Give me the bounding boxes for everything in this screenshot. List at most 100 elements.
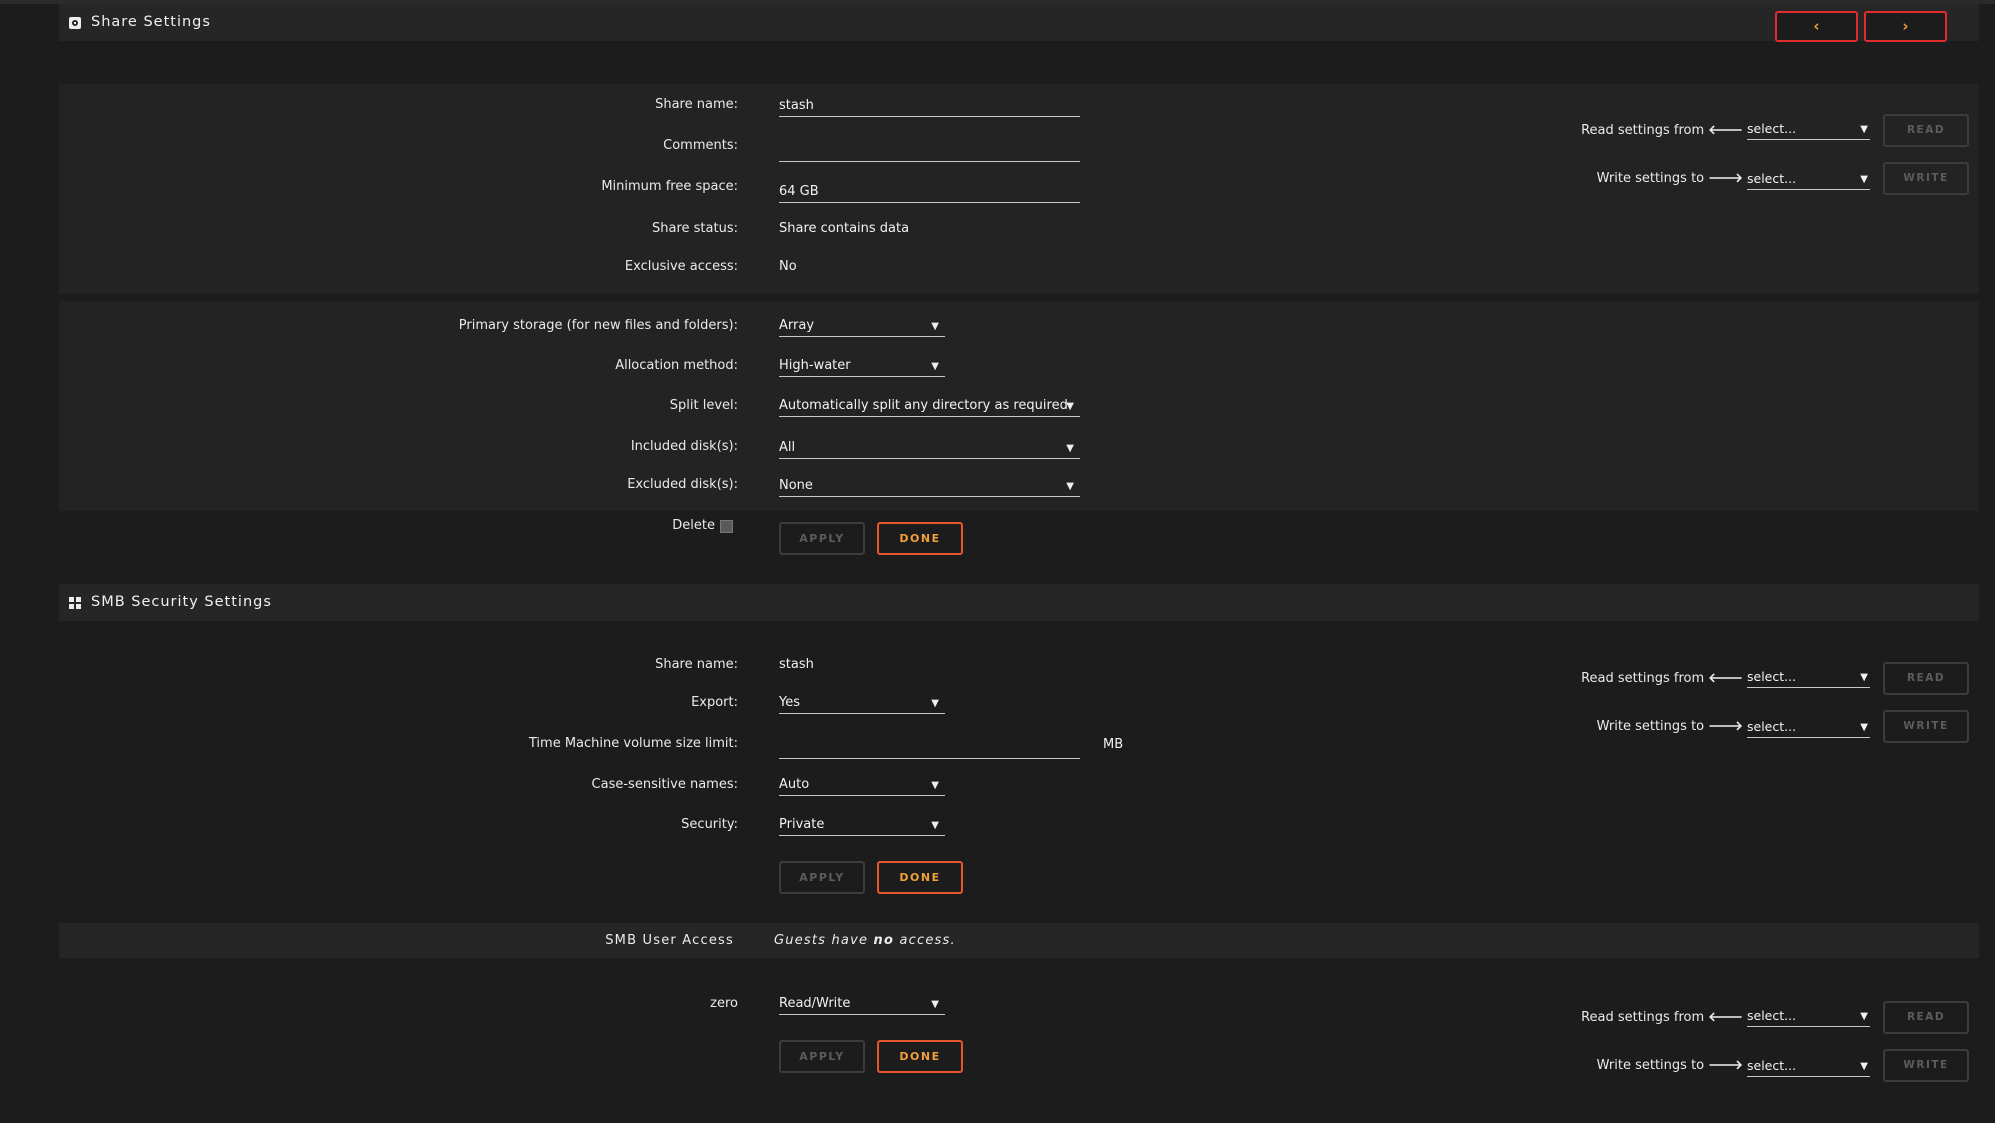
previous-share-button[interactable]: ‹	[1775, 11, 1858, 42]
caret-down-icon: ▼	[1860, 174, 1868, 185]
primary-storage-select[interactable]: Array ▼	[779, 317, 945, 337]
export-value: Yes	[779, 695, 800, 710]
split-level-select[interactable]: Automatically split any directory as req…	[779, 397, 1080, 417]
export-select[interactable]: Yes ▼	[779, 694, 945, 714]
min-free-space-input[interactable]: 64 GB	[779, 183, 1080, 203]
caret-down-icon: ▼	[931, 698, 939, 709]
caret-down-icon: ▼	[1860, 124, 1868, 135]
time-machine-limit-label: Time Machine volume size limit:	[528, 736, 738, 751]
delete-checkbox[interactable]	[720, 520, 733, 533]
smb-write-button[interactable]: WRITE	[1883, 710, 1969, 743]
caret-down-icon: ▼	[1860, 1011, 1868, 1022]
time-machine-limit-input[interactable]	[779, 739, 1080, 759]
included-disks-label: Included disk(s):	[630, 439, 738, 454]
allocation-method-label: Allocation method:	[615, 358, 738, 373]
smb-apply-button[interactable]: APPLY	[779, 861, 865, 894]
split-level-label: Split level:	[669, 398, 738, 413]
write-button[interactable]: WRITE	[1883, 162, 1969, 195]
comments-input[interactable]	[779, 142, 1080, 162]
user-write-settings-select[interactable]: select... ▼	[1747, 1057, 1870, 1077]
write-settings-to-label: Write settings to 🡒	[1597, 170, 1743, 186]
included-disks-select[interactable]: All ▼	[779, 439, 1080, 459]
windows-icon	[69, 597, 81, 609]
smb-read-settings-select-value: select...	[1747, 669, 1797, 684]
split-level-value: Automatically split any directory as req…	[779, 398, 1068, 413]
user-zero-access-value: Read/Write	[779, 996, 851, 1011]
caret-down-icon: ▼	[931, 820, 939, 831]
write-settings-select-value: select...	[1747, 171, 1797, 186]
smb-user-access-header: SMB User Access Guests have no access.	[59, 923, 1979, 958]
included-disks-value: All	[779, 440, 796, 455]
security-label: Security:	[681, 817, 738, 832]
user-write-settings-select-value: select...	[1747, 1058, 1797, 1073]
user-zero-label: zero	[710, 996, 738, 1011]
excluded-disks-label: Excluded disk(s):	[627, 477, 738, 492]
share-icon	[69, 17, 81, 29]
guest-access-note: Guests have no access.	[774, 923, 956, 958]
write-settings-text: Write settings to	[1596, 171, 1705, 186]
excluded-disks-value: None	[779, 478, 813, 493]
smb-read-button[interactable]: READ	[1883, 662, 1969, 695]
smb-write-settings-select[interactable]: select... ▼	[1747, 718, 1870, 738]
smb-write-settings-to-label: Write settings to 🡒	[1597, 718, 1743, 734]
arrow-left-icon: 🡐	[1708, 671, 1743, 686]
done-button[interactable]: DONE	[877, 522, 963, 555]
share-status-value: Share contains data	[779, 221, 910, 236]
user-done-button[interactable]: DONE	[877, 1040, 963, 1073]
guest-note-suffix: access.	[894, 933, 956, 948]
share-status-label: Share status:	[652, 221, 738, 236]
allocation-method-value: High-water	[779, 358, 851, 373]
write-settings-select[interactable]: select... ▼	[1747, 170, 1870, 190]
exclusive-access-label: Exclusive access:	[624, 259, 738, 274]
user-read-button[interactable]: READ	[1883, 1001, 1969, 1034]
guest-note-emphasis: no	[873, 933, 895, 948]
security-value: Private	[779, 817, 825, 832]
caret-down-icon: ▼	[1860, 672, 1868, 683]
user-read-settings-select-value: select...	[1747, 1008, 1797, 1023]
case-sensitive-value: Auto	[779, 777, 810, 792]
share-name-label: Share name:	[655, 97, 738, 112]
read-settings-text: Read settings from	[1581, 123, 1705, 138]
user-read-settings-select[interactable]: select... ▼	[1747, 1007, 1870, 1027]
smb-read-settings-text: Read settings from	[1581, 671, 1705, 686]
user-apply-button[interactable]: APPLY	[779, 1040, 865, 1073]
caret-down-icon: ▼	[1860, 722, 1868, 733]
share-name-input[interactable]: stash	[779, 97, 1080, 117]
smb-read-settings-select[interactable]: select... ▼	[1747, 668, 1870, 688]
read-button[interactable]: READ	[1883, 114, 1969, 147]
smb-security-header: SMB Security Settings	[59, 584, 1979, 621]
share-settings-title: Share Settings	[91, 14, 211, 30]
chevron-right-icon: ›	[1902, 17, 1909, 35]
security-select[interactable]: Private ▼	[779, 816, 945, 836]
next-share-button[interactable]: ›	[1864, 11, 1947, 42]
delete-label: Delete	[672, 518, 715, 533]
exclusive-access-value: No	[779, 259, 797, 274]
arrow-left-icon: 🡐	[1708, 1010, 1743, 1025]
min-free-space-label: Minimum free space:	[601, 179, 738, 194]
read-settings-select[interactable]: select... ▼	[1747, 120, 1870, 140]
allocation-method-select[interactable]: High-water ▼	[779, 357, 945, 377]
apply-button[interactable]: APPLY	[779, 522, 865, 555]
caret-down-icon: ▼	[931, 321, 939, 332]
arrow-right-icon: 🡒	[1708, 719, 1743, 734]
user-write-settings-to-label: Write settings to 🡒	[1597, 1057, 1743, 1073]
case-sensitive-label: Case-sensitive names:	[591, 777, 738, 792]
share-settings-header: Share Settings ‹ ›	[59, 4, 1979, 42]
read-settings-from-label: Read settings from 🡐	[1581, 122, 1743, 138]
read-settings-select-value: select...	[1747, 121, 1797, 136]
caret-down-icon: ▼	[1066, 481, 1074, 492]
user-zero-access-select[interactable]: Read/Write ▼	[779, 995, 945, 1015]
smb-done-button[interactable]: DONE	[877, 861, 963, 894]
user-write-button[interactable]: WRITE	[1883, 1049, 1969, 1082]
excluded-disks-select[interactable]: None ▼	[779, 477, 1080, 497]
caret-down-icon: ▼	[1066, 401, 1074, 412]
smb-security-title: SMB Security Settings	[91, 594, 272, 610]
caret-down-icon: ▼	[931, 361, 939, 372]
export-label: Export:	[691, 695, 738, 710]
smb-share-name-label: Share name:	[655, 657, 738, 672]
caret-down-icon: ▼	[1860, 1061, 1868, 1072]
arrow-right-icon: 🡒	[1708, 171, 1743, 186]
chevron-left-icon: ‹	[1813, 17, 1820, 35]
case-sensitive-select[interactable]: Auto ▼	[779, 776, 945, 796]
arrow-right-icon: 🡒	[1708, 1058, 1743, 1073]
